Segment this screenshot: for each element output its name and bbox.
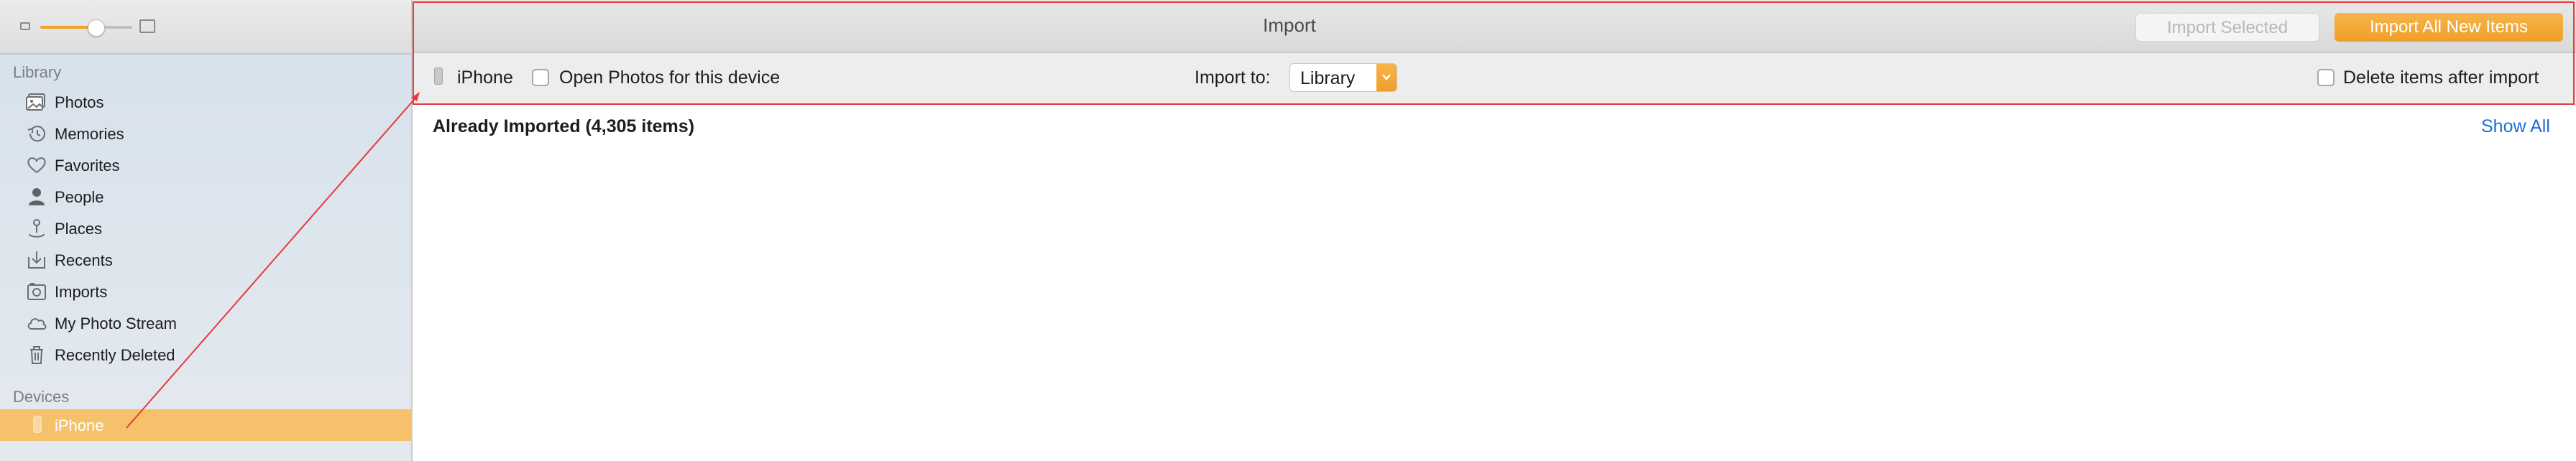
import-to-value: Library <box>1300 68 1356 88</box>
cloud-icon <box>26 313 47 333</box>
phone-icon <box>434 67 443 85</box>
photos-icon <box>26 92 47 112</box>
section-devices: Devices <box>13 388 70 406</box>
sidebar-item-my-photo-stream[interactable]: My Photo Stream <box>0 307 411 339</box>
phone-icon <box>26 415 47 435</box>
chevron-down-icon[interactable] <box>1376 64 1397 91</box>
trash-icon <box>26 345 47 365</box>
zoom-track[interactable] <box>40 19 132 37</box>
sidebar-item-recents[interactable]: Recents <box>0 244 411 276</box>
already-imported-heading: Already Imported (4,305 items) <box>433 116 695 136</box>
import-all-new-items-button[interactable]: Import All New Items <box>2334 13 2563 42</box>
delete-after-import-label[interactable]: Delete items after import <box>2343 67 2539 88</box>
heart-icon <box>26 155 47 175</box>
zoom-slider[interactable] <box>17 16 155 39</box>
sidebar-toolbar <box>0 0 411 55</box>
import-pane: Import Import Selected Import All New It… <box>413 0 2576 461</box>
section-library: Library <box>13 63 62 81</box>
recents-icon <box>26 250 47 270</box>
delete-after-import-checkbox[interactable] <box>2317 69 2334 86</box>
sidebar-item-memories[interactable]: Memories <box>0 118 411 149</box>
sidebar-item-photos[interactable]: Photos <box>0 86 411 118</box>
show-all-link[interactable]: Show All <box>2481 116 2550 137</box>
sidebar-item-label: Recently Deleted <box>55 346 175 364</box>
sidebar-item-label: Favorites <box>55 157 120 174</box>
sidebar-item-label: Photos <box>55 93 104 111</box>
sidebar-item-label: Imports <box>55 283 108 301</box>
import-selected-button[interactable]: Import Selected <box>2135 13 2319 42</box>
sidebar-item-iphone[interactable]: iPhone <box>0 409 411 441</box>
pin-icon <box>26 218 47 238</box>
sidebar-item-label: iPhone <box>55 416 104 434</box>
zoom-in-icon[interactable] <box>139 19 155 33</box>
sidebar-item-label: My Photo Stream <box>55 315 177 332</box>
import-to-select[interactable]: Library <box>1289 63 1397 92</box>
page-title: Import <box>1263 14 1316 36</box>
device-name: iPhone <box>457 67 513 88</box>
sidebar: Library Photos Memories Favorites People… <box>0 0 413 461</box>
import-to-label: Import to: <box>1195 67 1271 88</box>
open-photos-label[interactable]: Open Photos for this device <box>559 67 780 88</box>
sidebar-item-favorites[interactable]: Favorites <box>0 149 411 181</box>
import-toolbar: iPhone Open Photos for this device Impor… <box>413 53 2576 105</box>
sidebar-item-label: Places <box>55 220 103 238</box>
title-bar: Import Import Selected Import All New It… <box>413 0 2576 53</box>
sidebar-item-places[interactable]: Places <box>0 213 411 244</box>
person-icon <box>26 187 47 207</box>
sidebar-item-label: People <box>55 188 104 206</box>
zoom-thumb[interactable] <box>87 19 105 37</box>
sidebar-item-recently-deleted[interactable]: Recently Deleted <box>0 339 411 371</box>
sidebar-item-people[interactable]: People <box>0 181 411 213</box>
memories-icon <box>26 124 47 144</box>
sidebar-item-label: Memories <box>55 125 124 143</box>
sidebar-item-label: Recents <box>55 251 113 269</box>
imports-icon <box>26 281 47 302</box>
sidebar-item-imports[interactable]: Imports <box>0 276 411 307</box>
open-photos-checkbox[interactable] <box>532 69 549 86</box>
zoom-out-icon[interactable] <box>20 22 30 30</box>
